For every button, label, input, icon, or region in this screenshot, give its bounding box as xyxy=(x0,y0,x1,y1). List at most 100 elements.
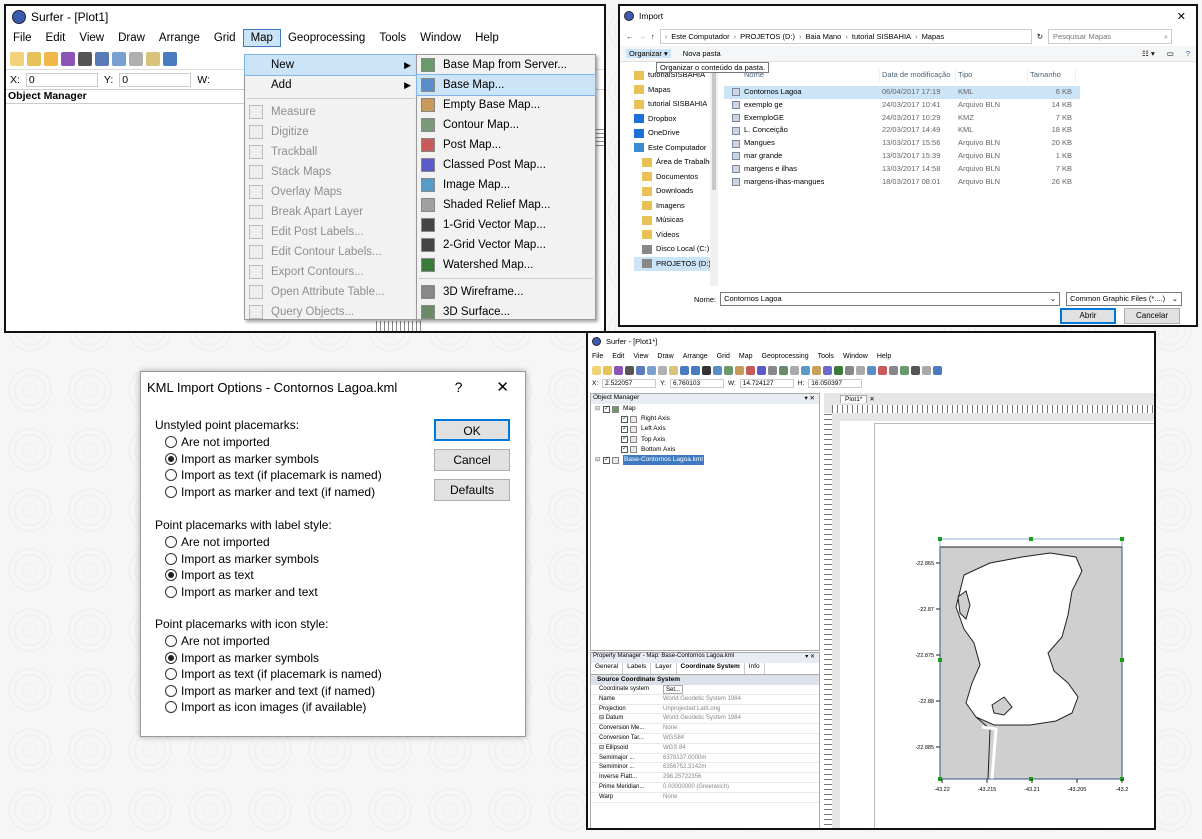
menu-item-image-map[interactable]: Image Map... xyxy=(417,175,595,195)
nav-item-m-sicas[interactable]: Músicas xyxy=(634,213,714,228)
tab-labels[interactable]: Labels xyxy=(623,663,652,674)
radio-button[interactable] xyxy=(165,651,177,664)
save-icon[interactable] xyxy=(61,51,75,66)
folder-icon[interactable] xyxy=(44,51,58,66)
visibility-checkbox[interactable] xyxy=(621,414,628,424)
radio-button[interactable] xyxy=(165,436,177,449)
radio-option[interactable]: Are not imported xyxy=(155,434,382,451)
nav-item-este-computador[interactable]: Este Computador xyxy=(634,141,714,156)
menu-item-open-attribute-table[interactable]: Open Attribute Table... xyxy=(245,282,417,302)
radio-option[interactable]: Import as text xyxy=(155,567,332,584)
nav-scrollbar[interactable] xyxy=(710,68,718,286)
selection-handle[interactable] xyxy=(1029,537,1033,541)
coord-input[interactable]: 14.724127 xyxy=(739,378,794,388)
close-icon[interactable]: ✕ xyxy=(1177,10,1186,23)
toolbar-icon[interactable] xyxy=(757,365,766,375)
toolbar-icon[interactable] xyxy=(834,365,843,375)
toolbar-icon[interactable] xyxy=(658,365,667,375)
cancel-button[interactable]: Cancelar xyxy=(1124,308,1180,324)
expander-icon[interactable]: ⊟ xyxy=(595,404,603,414)
contour-map[interactable]: -22.865 -22.87 -22.875 -22.88 -22.885 xyxy=(872,533,1142,783)
copy-icon[interactable] xyxy=(129,51,143,66)
menu-item-overlay-maps[interactable]: Overlay Maps xyxy=(245,182,417,202)
radio-button[interactable] xyxy=(165,585,177,598)
coord-input[interactable]: 16.050397 xyxy=(808,378,863,388)
toolbar-icon[interactable] xyxy=(746,365,755,375)
coord-input[interactable]: 6.760103 xyxy=(669,378,724,388)
radio-button[interactable] xyxy=(165,485,177,498)
breadcrumb-item[interactable]: tutorial SISBAHIA xyxy=(852,32,911,41)
menu-item-measure[interactable]: Measure xyxy=(245,102,417,122)
file-row[interactable]: ExemploGE 24/03/2017 10:29 KMZ 7 KB xyxy=(724,112,1080,125)
menu-item-new[interactable]: New ▶ xyxy=(244,54,418,76)
defaults-button[interactable]: Defaults xyxy=(434,479,510,501)
menu-item-1-grid-vector-map[interactable]: 1-Grid Vector Map... xyxy=(417,215,595,235)
up-icon[interactable]: ↑ xyxy=(651,32,655,41)
menu-item-stack-maps[interactable]: Stack Maps xyxy=(245,162,417,182)
menu-item-post-map[interactable]: Post Map... xyxy=(417,135,595,155)
menu-tools[interactable]: Tools xyxy=(372,30,413,46)
toolbar-icon[interactable] xyxy=(647,365,656,375)
toolbar-icon[interactable] xyxy=(801,365,810,375)
radio-button[interactable] xyxy=(165,536,177,549)
menu-item-add[interactable]: Add ▶ xyxy=(245,75,417,95)
radio-option[interactable]: Import as text (if placemark is named) xyxy=(155,467,382,484)
pin-icon[interactable]: ▾ ✕ xyxy=(805,653,815,663)
refresh-icon[interactable]: ↻ xyxy=(1037,32,1043,41)
menu-item-classed-post-map[interactable]: Classed Post Map... xyxy=(417,155,595,175)
menu-item-trackball[interactable]: Trackball xyxy=(245,142,417,162)
radio-option[interactable]: Are not imported xyxy=(155,534,332,551)
nav-item-dropbox[interactable]: Dropbox xyxy=(634,112,714,127)
toolbar-icon[interactable] xyxy=(922,365,931,375)
menu-geoprocessing[interactable]: Geoprocessing xyxy=(281,30,372,46)
radio-button[interactable] xyxy=(165,469,177,482)
toolbar-icon[interactable] xyxy=(878,365,887,375)
x-input[interactable]: 0 xyxy=(25,72,98,87)
menu-arrange[interactable]: Arrange xyxy=(683,353,708,360)
menu-map[interactable]: Map xyxy=(739,353,753,360)
file-row[interactable]: L. Conceição 22/03/2017 14:49 KML 18 KB xyxy=(724,124,1080,137)
toolbar-icon[interactable] xyxy=(911,365,920,375)
toolbar-icon[interactable] xyxy=(889,365,898,375)
new-folder-button[interactable]: Nova pasta xyxy=(683,49,721,58)
menu-item-base-map-from-server[interactable]: Base Map from Server... xyxy=(417,55,595,75)
close-button[interactable]: ✕ xyxy=(496,378,509,396)
radio-button[interactable] xyxy=(165,452,177,465)
file-type-select[interactable]: Common Graphic Files (*....) ⌄ xyxy=(1066,292,1183,306)
toolbar-icon[interactable] xyxy=(724,365,733,375)
menu-item-export-contours[interactable]: Export Contours... xyxy=(245,262,417,282)
property-row[interactable]: ⊟ Ellipsoid WGS 84 xyxy=(591,744,819,754)
radio-option[interactable]: Import as text (if placemark is named) xyxy=(155,666,382,683)
toolbar-icon[interactable] xyxy=(823,365,832,375)
toolbar-icon[interactable] xyxy=(768,365,777,375)
search-input[interactable]: Pesquisar Mapas ⌕ xyxy=(1048,28,1173,44)
toolbar-icon[interactable] xyxy=(867,365,876,375)
toolbar-icon[interactable] xyxy=(790,365,799,375)
toolbar-icon[interactable] xyxy=(900,365,909,375)
radio-button[interactable] xyxy=(165,569,177,582)
menu-view[interactable]: View xyxy=(72,30,111,46)
radio-button[interactable] xyxy=(165,701,177,714)
nav-item-v-deos[interactable]: Vídeos xyxy=(634,228,714,243)
radio-option[interactable]: Import as marker symbols xyxy=(155,451,382,468)
menu-item-3d-surface[interactable]: 3D Surface... xyxy=(417,302,595,322)
menu-item-watershed-map[interactable]: Watershed Map... xyxy=(417,255,595,275)
help-button[interactable]: ? xyxy=(455,379,463,395)
nav-item-disco-local-c[interactable]: Disco Local (C:) xyxy=(634,242,714,257)
cut-icon[interactable] xyxy=(112,51,126,66)
menu-map[interactable]: Map xyxy=(242,29,281,47)
tab-plot1[interactable]: Plot1* xyxy=(840,395,868,403)
filename-field[interactable]: Contornos Lagoa ⌄ xyxy=(720,292,1061,306)
export-icon[interactable] xyxy=(95,51,109,66)
breadcrumb-item[interactable]: PROJETOS (D:) xyxy=(740,32,795,41)
radio-button[interactable] xyxy=(165,668,177,681)
menu-file[interactable]: File xyxy=(6,30,39,46)
radio-option[interactable]: Import as marker and text (if named) xyxy=(155,683,382,700)
selection-handle[interactable] xyxy=(938,537,942,541)
visibility-checkbox[interactable] xyxy=(603,455,610,465)
radio-option[interactable]: Import as marker and text xyxy=(155,584,332,601)
tree-item-left-axis[interactable]: Left Axis xyxy=(595,424,819,434)
forward-icon[interactable]: → xyxy=(639,32,647,41)
property-row[interactable]: Name World Geodetic System 1984 xyxy=(591,695,819,705)
menu-draw[interactable]: Draw xyxy=(657,353,673,360)
